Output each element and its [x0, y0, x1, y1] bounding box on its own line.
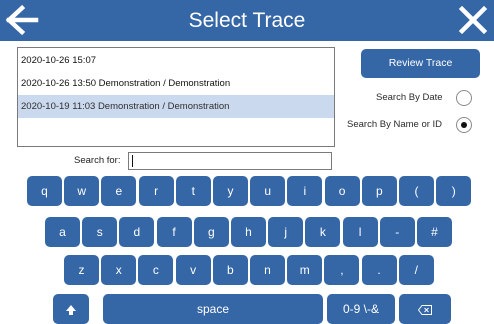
key[interactable]: z	[64, 255, 99, 285]
key[interactable]: o	[324, 176, 360, 206]
key[interactable]: d	[119, 217, 155, 247]
key[interactable]: q	[27, 176, 62, 206]
trace-list[interactable]: 2020-10-26 15:07 2020-10-26 13:50 Demons…	[17, 47, 335, 147]
page-title: Select Trace	[188, 9, 306, 32]
key[interactable]: m	[287, 255, 323, 285]
title-bar: Select Trace	[0, 0, 494, 41]
search-by-date-radio[interactable]	[456, 90, 472, 106]
search-by-name-radio[interactable]	[456, 117, 472, 133]
key[interactable]: (	[399, 176, 434, 206]
review-trace-button[interactable]: Review Trace	[361, 49, 480, 78]
search-input[interactable]	[128, 152, 332, 170]
trace-row-selected[interactable]: 2020-10-19 11:03 Demonstration / Demonst…	[18, 95, 334, 118]
symbols-key[interactable]: 0-9 \-&	[327, 294, 395, 324]
text-caret	[132, 155, 133, 167]
key[interactable]: f	[156, 217, 192, 247]
key[interactable]: n	[250, 255, 285, 285]
key[interactable]: h	[231, 217, 266, 247]
key[interactable]: v	[175, 255, 211, 285]
shift-up-icon	[66, 304, 76, 315]
key[interactable]: #	[417, 217, 452, 247]
backspace-icon	[417, 304, 432, 315]
key[interactable]: ,	[324, 255, 360, 285]
key[interactable]: j	[268, 217, 304, 247]
key[interactable]: w	[64, 176, 100, 206]
key[interactable]: g	[193, 217, 229, 247]
trace-row[interactable]: 2020-10-26 13:50 Demonstration / Demonst…	[18, 72, 334, 95]
key[interactable]: c	[138, 255, 174, 285]
key[interactable]: u	[250, 176, 286, 206]
backspace-key[interactable]	[399, 294, 451, 324]
key[interactable]: l	[342, 217, 378, 247]
key[interactable]: s	[82, 217, 118, 247]
key[interactable]: t	[175, 176, 211, 206]
search-by-date-label: Search By Date	[376, 92, 443, 103]
key[interactable]: r	[138, 176, 174, 206]
search-by-date-option[interactable]: Search By Date	[376, 90, 472, 106]
key[interactable]: y	[213, 176, 248, 206]
key[interactable]: p	[361, 176, 397, 206]
search-by-name-label: Search By Name or ID	[347, 119, 443, 130]
key[interactable]: )	[436, 176, 472, 206]
key[interactable]: -	[379, 217, 415, 247]
search-label: Search for:	[74, 155, 121, 166]
key[interactable]: b	[212, 255, 248, 285]
key[interactable]: i	[287, 176, 323, 206]
space-key[interactable]: space	[103, 294, 323, 324]
on-screen-keyboard: q w e r t y u i o p() a s d f g h j k l - # z x c v b n m,. / spac…	[0, 172, 494, 324]
key[interactable]: k	[305, 217, 341, 247]
search-by-name-option[interactable]: Search By Name or ID	[347, 117, 472, 133]
close-icon[interactable]	[458, 5, 488, 35]
shift-key[interactable]	[53, 294, 89, 324]
key[interactable]: x	[101, 255, 137, 285]
trace-row[interactable]: 2020-10-26 15:07	[18, 49, 334, 72]
key[interactable]: /	[398, 255, 434, 285]
key[interactable]: a	[45, 217, 80, 247]
key[interactable]: e	[101, 176, 137, 206]
key[interactable]: .	[361, 255, 397, 285]
